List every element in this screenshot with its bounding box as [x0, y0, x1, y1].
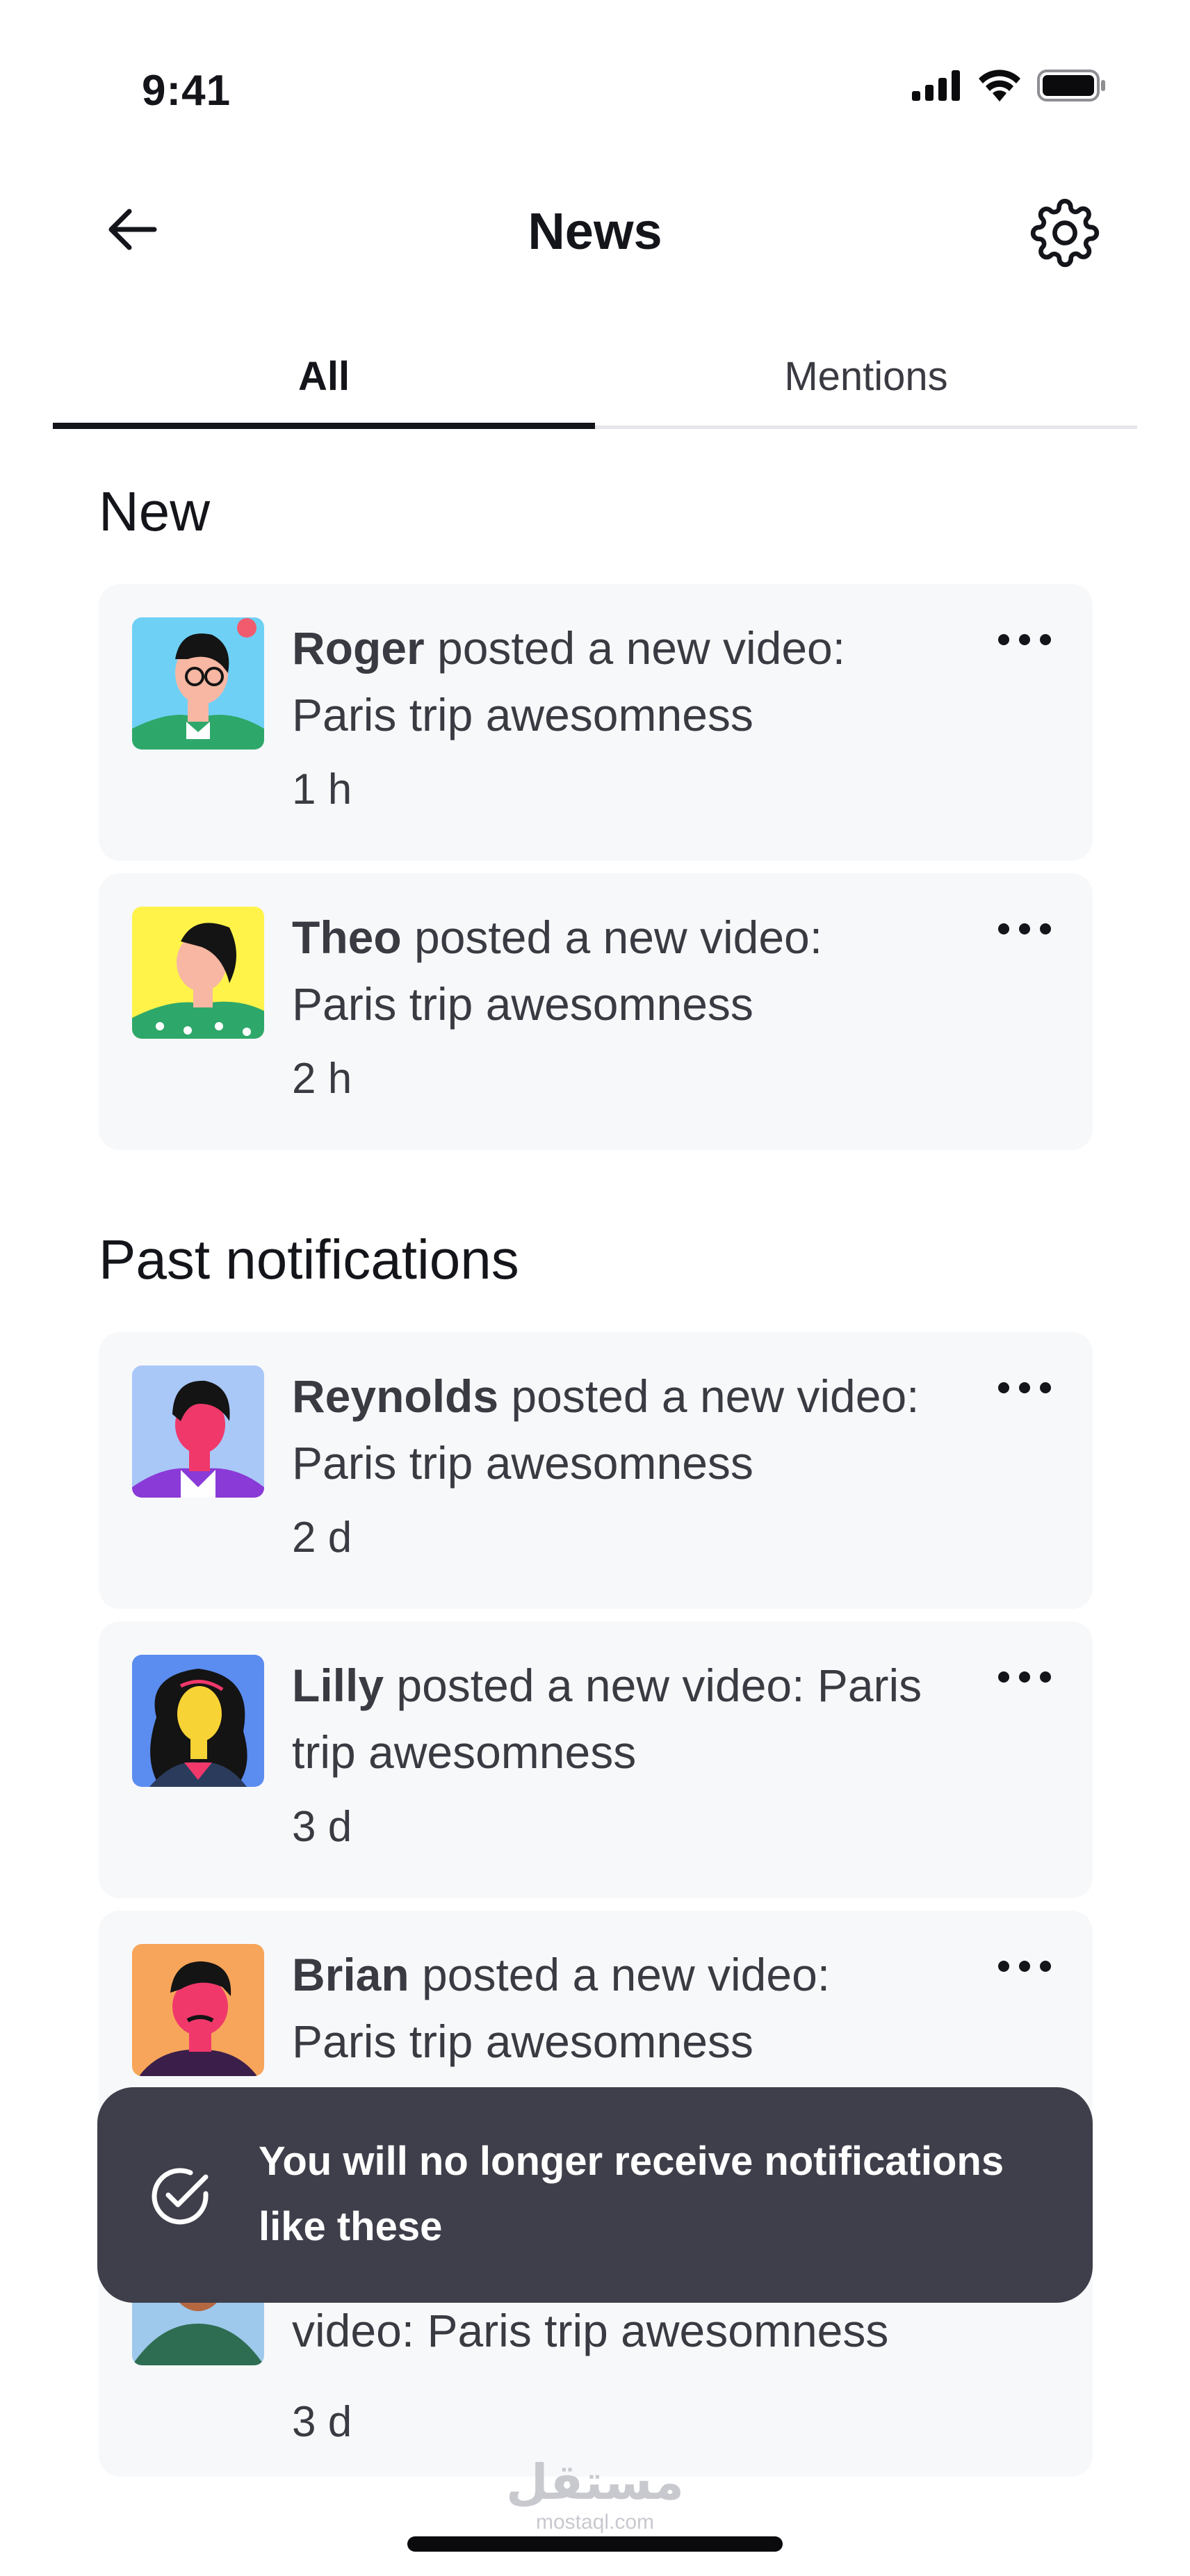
settings-button[interactable] [1027, 195, 1103, 271]
avatar [132, 1366, 264, 1498]
notification-message: posted a new video: Paris trip awesomnes… [292, 1660, 922, 1778]
battery-icon [1037, 70, 1105, 102]
toast-notification[interactable]: You will no longer receive notifications… [97, 2087, 1093, 2303]
more-horizontal-icon [998, 634, 1051, 645]
watermark-brand: مستقل [505, 2455, 684, 2509]
notification-author: Roger [292, 622, 425, 674]
notification-time: 3 d [292, 1803, 352, 1851]
watermark: مستقل mostaql.com [0, 2454, 1190, 2535]
tab-all[interactable]: All [53, 327, 595, 429]
header: News [0, 181, 1190, 278]
gear-icon [1030, 198, 1100, 268]
notification-text: Reynolds posted a new video: Paris trip … [292, 1363, 938, 1496]
notification-card[interactable]: Lilly posted a new video: Paris trip awe… [99, 1621, 1093, 1898]
notification-author: Reynolds [292, 1370, 499, 1422]
section-heading-past: Past notifications [99, 1229, 519, 1290]
more-horizontal-icon [998, 1382, 1051, 1393]
notification-time: 1 h [292, 765, 352, 813]
home-indicator[interactable] [407, 2536, 783, 2552]
avatar [132, 1655, 264, 1787]
notification-text: Brian posted a new video: Paris trip awe… [292, 1941, 938, 2075]
section-heading-new: New [99, 480, 211, 542]
notification-time: 2 d [292, 1514, 352, 1562]
tab-bar: All Mentions [53, 327, 1137, 429]
check-circle-icon [152, 2168, 209, 2225]
avatar [132, 1944, 264, 2076]
notification-card[interactable]: Theo posted a new video: Paris trip awes… [99, 873, 1093, 1150]
more-horizontal-icon [998, 1671, 1051, 1683]
notification-author: Lilly [292, 1660, 384, 1711]
watermark-site: mostaql.com [535, 2511, 655, 2534]
page-title: News [528, 202, 662, 260]
more-options-button[interactable] [990, 1945, 1059, 1987]
toast-message: You will no longer receive notifications… [259, 2139, 1004, 2249]
cellular-signal-icon [912, 70, 960, 101]
notification-text: Theo posted a new video: Paris trip awes… [292, 904, 938, 1037]
more-horizontal-icon [998, 1961, 1051, 1972]
notification-card[interactable]: Roger posted a new video: Paris trip awe… [99, 584, 1093, 861]
tab-mentions[interactable]: Mentions [595, 327, 1137, 426]
more-options-button[interactable] [990, 1367, 1059, 1409]
avatar [132, 617, 264, 750]
more-options-button[interactable] [990, 1656, 1059, 1698]
notification-text: Roger posted a new video: Paris trip awe… [292, 615, 938, 748]
status-time: 9:41 [142, 67, 231, 115]
notification-text: Lilly posted a new video: Paris trip awe… [292, 1652, 938, 1785]
avatar [132, 907, 264, 1039]
notification-time: 2 h [292, 1055, 352, 1103]
more-horizontal-icon [998, 923, 1051, 934]
more-options-button[interactable] [990, 908, 1059, 950]
wifi-icon [979, 70, 1020, 102]
notification-author: Brian [292, 1949, 409, 2000]
status-icons [912, 70, 1107, 102]
notification-message: video: Paris trip awesomness [292, 2305, 889, 2356]
notification-card[interactable]: Reynolds posted a new video: Paris trip … [99, 1332, 1093, 1609]
notification-text: video: Paris trip awesomness [292, 2297, 938, 2364]
notification-time: 3 d [292, 2398, 352, 2446]
more-options-button[interactable] [990, 619, 1059, 661]
notification-author: Theo [292, 912, 402, 963]
status-bar: 9:41 [0, 0, 1190, 160]
